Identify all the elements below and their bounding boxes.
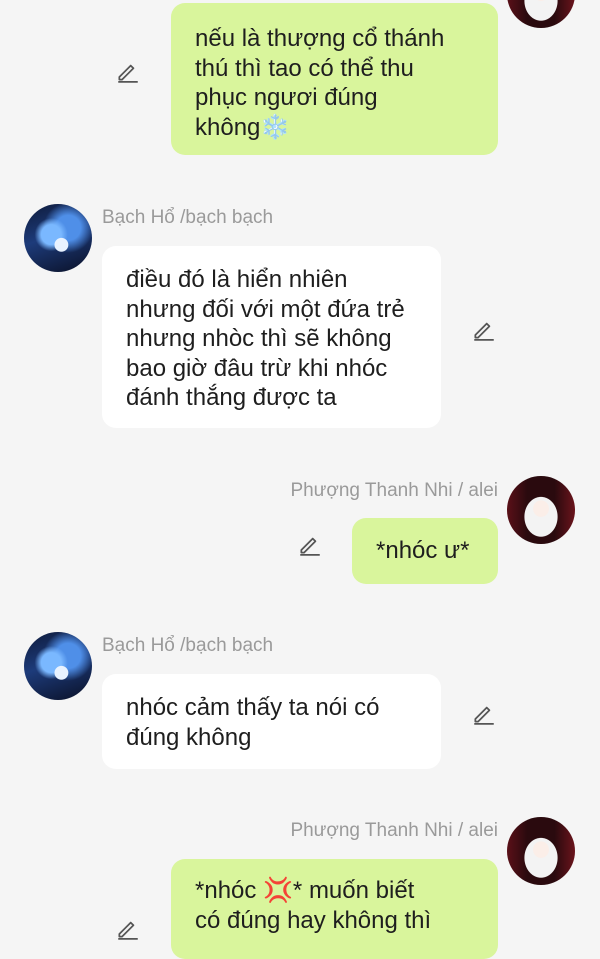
message-text-line: thú thì tao có thể thu [195, 54, 414, 82]
message-text-line: bao giờ đâu trừ khi nhóc [126, 354, 388, 382]
message-text-line: nhưng đối với một đứa trẻ [126, 295, 405, 323]
pencil-edit-icon[interactable] [471, 700, 497, 726]
sender-name: Phượng Thanh Nhi / alei [290, 480, 498, 501]
pencil-edit-icon[interactable] [297, 531, 323, 557]
avatar[interactable] [24, 632, 92, 700]
avatar[interactable] [24, 204, 92, 272]
message-bubble[interactable]: nhóc cảm thấy ta nói có đúng không [102, 674, 441, 769]
message-text-line: *nhóc 💢* muốn biết [195, 877, 415, 904]
message-bubble[interactable]: *nhóc 💢* muốn biết có đúng hay không thì [171, 859, 498, 959]
message-text-line: đánh thắng được ta [126, 384, 337, 411]
message-text-line: nếu là thượng cổ thánh [195, 25, 445, 52]
message-text-line: nhóc cảm thấy ta nói có [126, 694, 380, 721]
message-text-line: phục ngươi đúng [195, 84, 378, 111]
pencil-edit-icon[interactable] [471, 316, 497, 342]
pencil-edit-icon[interactable] [115, 58, 141, 84]
sender-name: Bạch Hổ /bạch bạch [102, 207, 274, 228]
avatar[interactable] [507, 0, 575, 28]
pencil-edit-icon[interactable] [115, 915, 141, 941]
avatar[interactable] [507, 817, 575, 885]
message-bubble[interactable]: điều đó là hiển nhiên nhưng đối với một … [102, 246, 441, 428]
sender-name: Bạch Hổ /bạch bạch [102, 635, 274, 656]
message-text-line: đúng không [126, 723, 252, 751]
message-text-line: điều đó là hiển nhiên [126, 266, 348, 293]
message-text-line: không❄️ [195, 113, 291, 141]
message-bubble[interactable]: nếu là thượng cổ thánh thú thì tao có th… [171, 3, 498, 155]
sender-name: Phượng Thanh Nhi / alei [290, 820, 498, 841]
message-bubble[interactable]: *nhóc ư* [352, 518, 498, 584]
message-text-line: *nhóc ư* [376, 537, 470, 564]
avatar[interactable] [507, 476, 575, 544]
message-text-line: nhưng nhòc thì sẽ không [126, 325, 392, 352]
message-text-line: có đúng hay không thì [195, 906, 432, 934]
